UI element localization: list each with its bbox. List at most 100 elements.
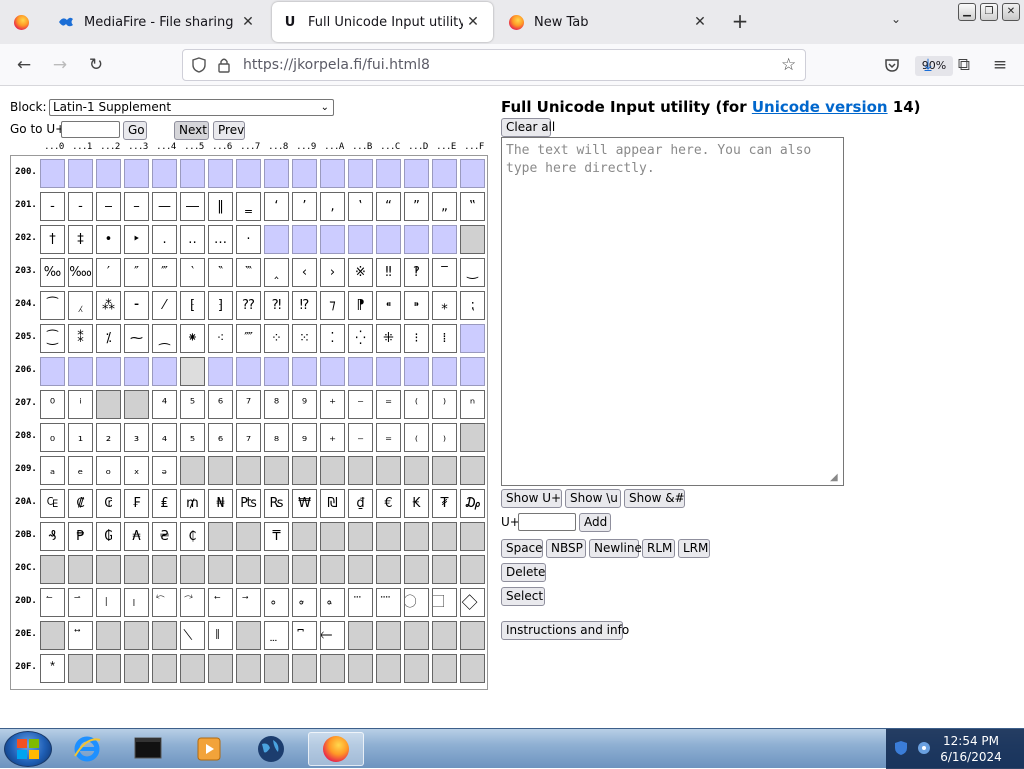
char-cell[interactable] bbox=[320, 159, 345, 188]
char-cell[interactable] bbox=[320, 357, 345, 386]
char-cell[interactable] bbox=[152, 555, 177, 584]
char-cell[interactable]: › bbox=[320, 258, 345, 287]
char-cell[interactable] bbox=[432, 621, 457, 650]
char-cell[interactable] bbox=[96, 159, 121, 188]
char-cell[interactable]: “ bbox=[376, 192, 401, 221]
space-button[interactable]: Space bbox=[501, 539, 543, 558]
char-cell[interactable]: ⁆ bbox=[208, 291, 233, 320]
char-cell[interactable] bbox=[376, 225, 401, 254]
char-cell[interactable]: † bbox=[40, 225, 65, 254]
char-cell[interactable]: ₑ bbox=[68, 456, 93, 485]
char-cell[interactable]: ‡ bbox=[68, 225, 93, 254]
char-cell[interactable]: ’ bbox=[292, 192, 317, 221]
add-button[interactable]: Add bbox=[579, 513, 611, 532]
char-cell[interactable]: ₨ bbox=[264, 489, 289, 518]
resize-handle-icon[interactable]: ◢ bbox=[830, 472, 838, 483]
char-cell[interactable] bbox=[264, 654, 289, 683]
char-cell[interactable] bbox=[236, 522, 261, 551]
char-cell[interactable]: ⁐ bbox=[40, 324, 65, 353]
block-select[interactable]: Latin-1 Supplement ⌄ bbox=[49, 99, 334, 116]
char-cell[interactable] bbox=[404, 456, 429, 485]
char-cell[interactable]: ₮ bbox=[432, 489, 457, 518]
char-cell[interactable]: ⃖ bbox=[208, 588, 233, 617]
char-cell[interactable]: ‹ bbox=[292, 258, 317, 287]
char-cell[interactable]: ″ bbox=[124, 258, 149, 287]
char-cell[interactable] bbox=[320, 555, 345, 584]
char-cell[interactable] bbox=[376, 555, 401, 584]
char-cell[interactable] bbox=[348, 621, 373, 650]
char-cell[interactable]: ⃑ bbox=[68, 588, 93, 617]
show-entity-button[interactable]: Show &# bbox=[624, 489, 685, 508]
char-cell[interactable]: ⃓ bbox=[124, 588, 149, 617]
char-cell[interactable]: ⁓ bbox=[124, 324, 149, 353]
char-cell[interactable] bbox=[404, 159, 429, 188]
char-cell[interactable]: ⃥ bbox=[180, 621, 205, 650]
forward-arrow-icon[interactable]: → bbox=[46, 52, 74, 78]
char-cell[interactable] bbox=[180, 654, 205, 683]
char-cell[interactable] bbox=[432, 159, 457, 188]
char-cell[interactable]: ⁕ bbox=[180, 324, 205, 353]
char-cell[interactable]: ‰ bbox=[40, 258, 65, 287]
char-cell[interactable]: ⁜ bbox=[376, 324, 401, 353]
char-cell[interactable] bbox=[236, 456, 261, 485]
char-cell[interactable]: ′ bbox=[96, 258, 121, 287]
char-cell[interactable] bbox=[96, 621, 121, 650]
char-cell[interactable]: ⁴ bbox=[152, 390, 177, 419]
char-cell[interactable] bbox=[348, 357, 373, 386]
firefox-taskbar-icon[interactable] bbox=[308, 732, 364, 766]
char-cell[interactable]: ₒ bbox=[96, 456, 121, 485]
char-cell[interactable]: ⁻ bbox=[348, 390, 373, 419]
char-cell[interactable] bbox=[292, 654, 317, 683]
char-cell[interactable] bbox=[236, 654, 261, 683]
char-cell[interactable] bbox=[376, 456, 401, 485]
char-cell[interactable]: ⁖ bbox=[208, 324, 233, 353]
char-cell[interactable]: ₍ bbox=[404, 423, 429, 452]
pocket-icon[interactable] bbox=[878, 52, 906, 78]
delete-button[interactable]: Delete bbox=[501, 563, 546, 582]
show-uplus-button[interactable]: Show U+ bbox=[501, 489, 562, 508]
char-cell[interactable]: ⁾ bbox=[432, 390, 457, 419]
char-cell[interactable]: ⁚ bbox=[320, 324, 345, 353]
char-cell[interactable] bbox=[124, 357, 149, 386]
char-cell[interactable] bbox=[348, 225, 373, 254]
close-window-icon[interactable]: ✕ bbox=[1002, 3, 1020, 21]
newline-button[interactable]: Newline bbox=[589, 539, 642, 558]
instructions-button[interactable]: Instructions and info bbox=[501, 621, 629, 640]
char-cell[interactable]: ₡ bbox=[68, 489, 93, 518]
char-cell[interactable]: ₌ bbox=[376, 423, 401, 452]
char-cell[interactable] bbox=[40, 555, 65, 584]
internet-explorer-icon[interactable] bbox=[64, 732, 110, 766]
char-cell[interactable] bbox=[264, 159, 289, 188]
char-cell[interactable]: ⃛ bbox=[348, 588, 373, 617]
char-cell[interactable]: ⁄ bbox=[152, 291, 177, 320]
close-tab-icon[interactable]: ✕ bbox=[238, 14, 258, 30]
char-cell[interactable]: ₵ bbox=[180, 522, 205, 551]
char-cell[interactable] bbox=[460, 522, 485, 551]
prev-button[interactable]: Prev bbox=[213, 121, 245, 140]
char-cell[interactable] bbox=[292, 522, 317, 551]
char-cell[interactable]: ‖ bbox=[208, 192, 233, 221]
char-cell[interactable] bbox=[348, 456, 373, 485]
char-cell[interactable]: ⁇ bbox=[236, 291, 261, 320]
char-cell[interactable] bbox=[152, 159, 177, 188]
char-cell[interactable]: ₁ bbox=[68, 423, 93, 452]
char-cell[interactable] bbox=[348, 522, 373, 551]
lock-icon[interactable] bbox=[217, 57, 231, 76]
char-cell[interactable]: ‚ bbox=[320, 192, 345, 221]
char-cell[interactable]: ‾ bbox=[432, 258, 457, 287]
char-cell[interactable]: ⃨ bbox=[264, 621, 289, 650]
char-cell[interactable] bbox=[348, 654, 373, 683]
char-cell[interactable] bbox=[236, 621, 261, 650]
unicode-version-link[interactable]: Unicode version bbox=[752, 98, 888, 116]
char-cell[interactable] bbox=[124, 555, 149, 584]
char-cell[interactable]: ₧ bbox=[236, 489, 261, 518]
char-cell[interactable] bbox=[460, 654, 485, 683]
char-cell[interactable]: ‷ bbox=[236, 258, 261, 287]
char-cell[interactable] bbox=[432, 225, 457, 254]
char-cell[interactable]: ⃪ bbox=[320, 621, 345, 650]
char-cell[interactable] bbox=[376, 654, 401, 683]
char-cell[interactable]: ₐ bbox=[40, 456, 65, 485]
char-cell[interactable]: ⁅ bbox=[180, 291, 205, 320]
go-button[interactable]: Go bbox=[123, 121, 147, 140]
char-cell[interactable]: ‿ bbox=[460, 258, 485, 287]
